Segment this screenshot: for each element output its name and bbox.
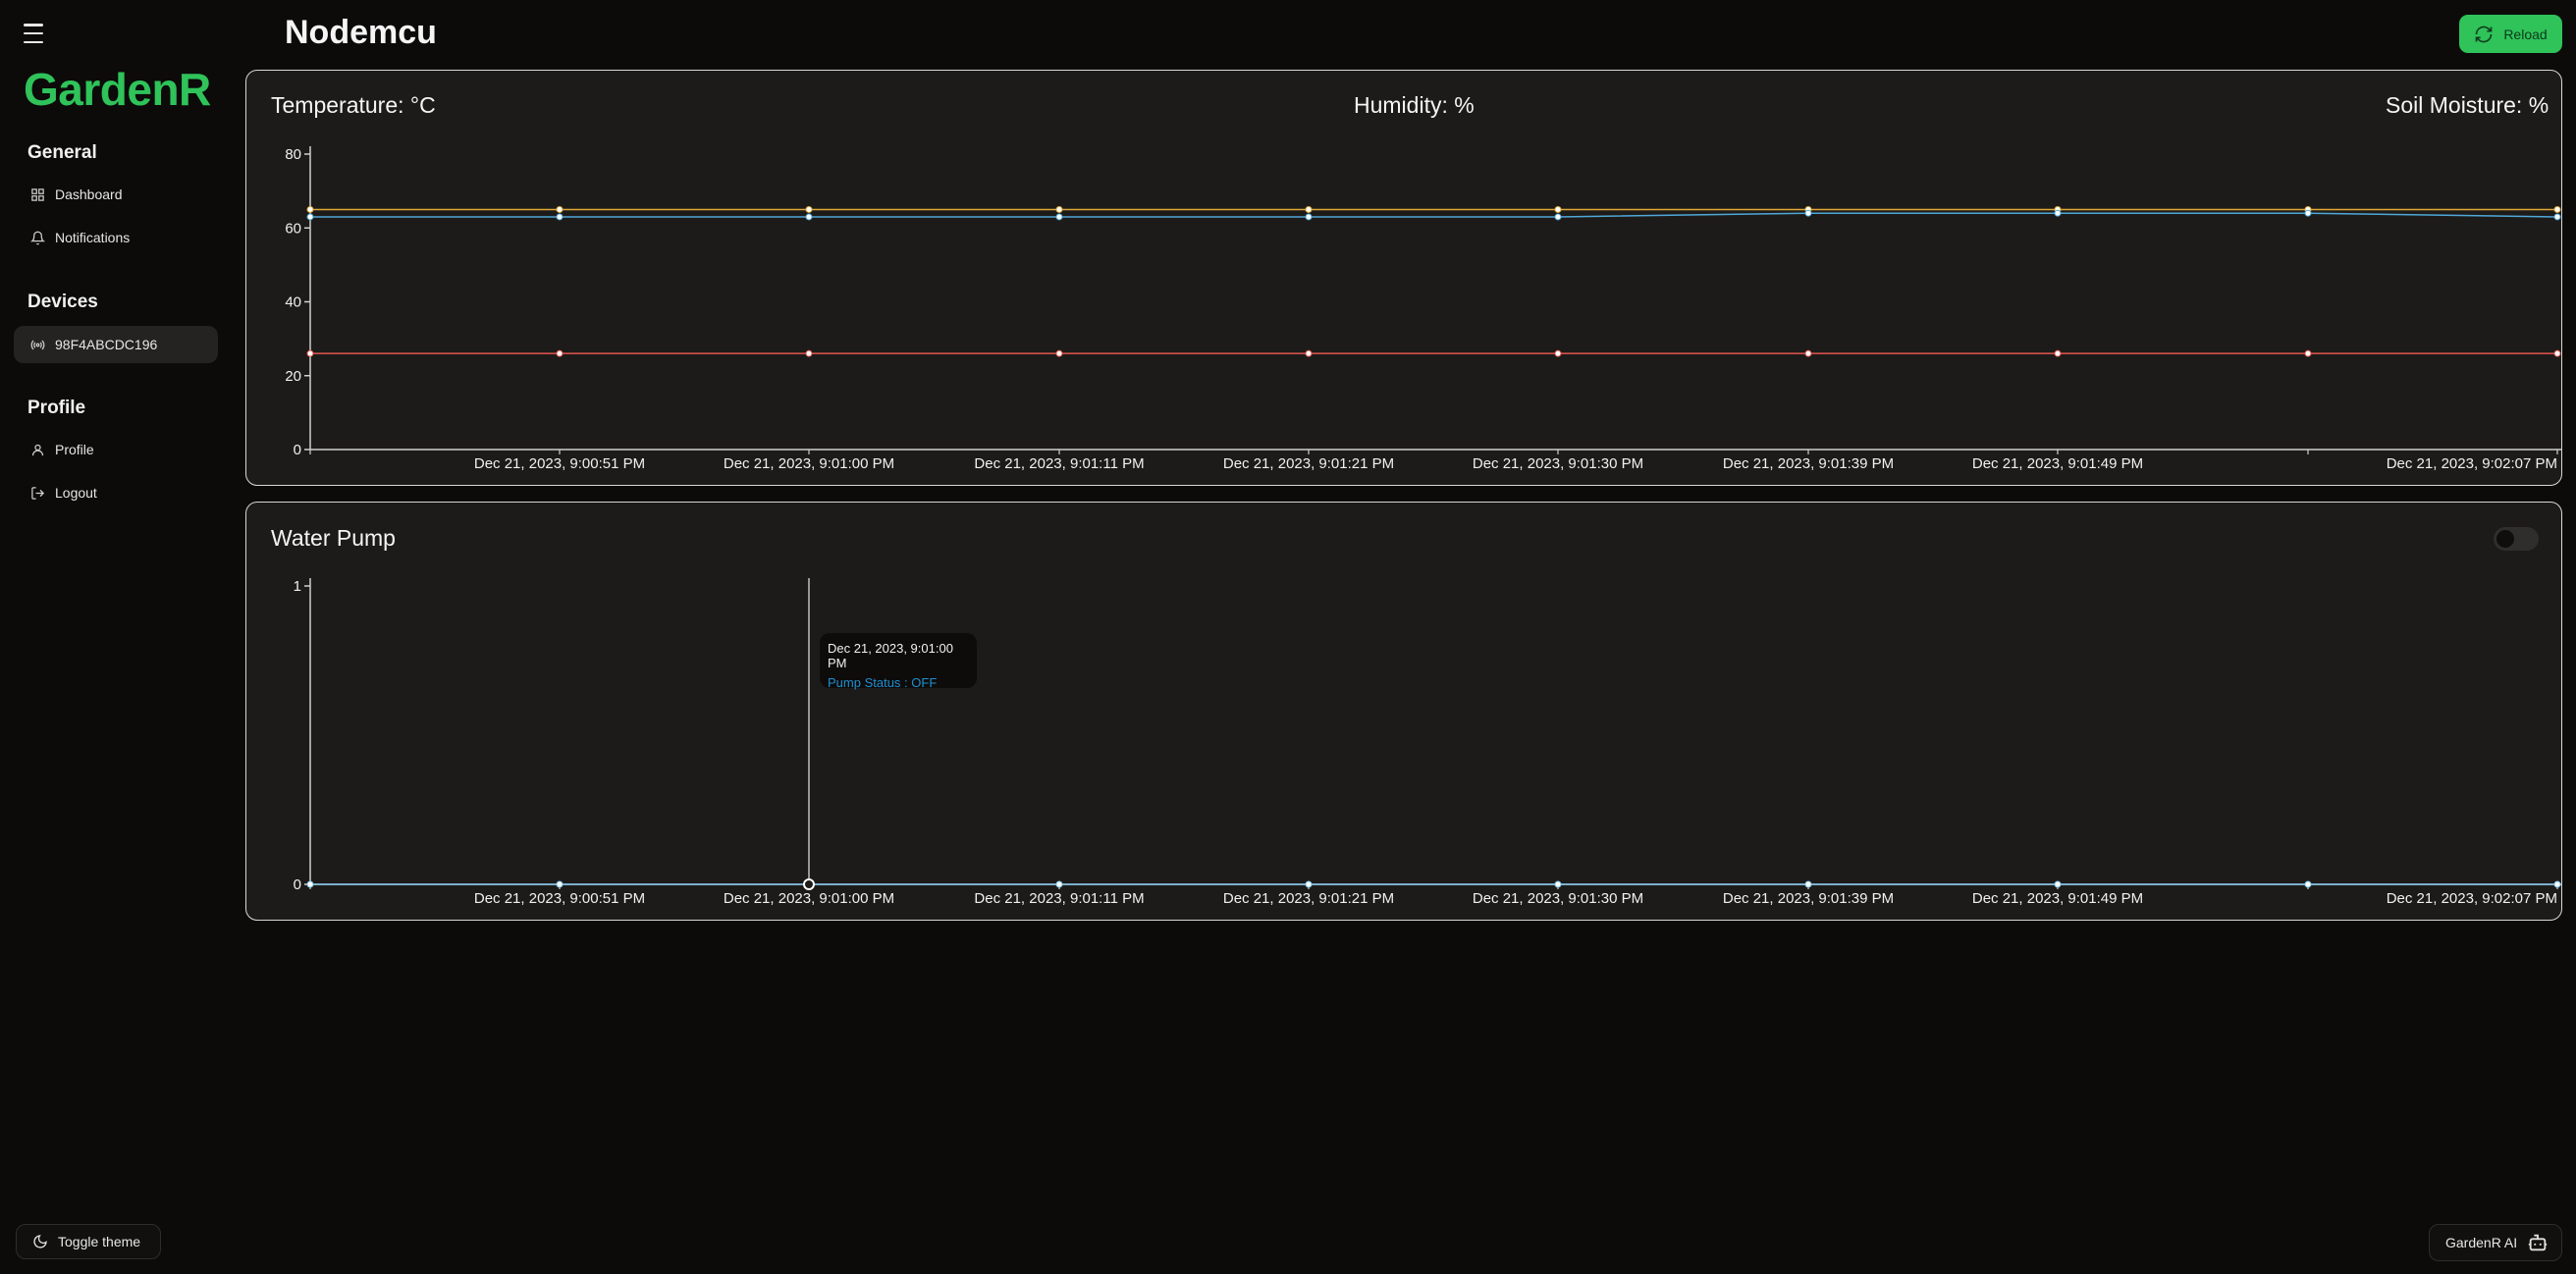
- pump-x-tick-label: Dec 21, 2023, 9:01:11 PM: [974, 890, 1144, 907]
- sensor-x-tick-label: Dec 21, 2023, 9:01:30 PM: [1473, 455, 1643, 472]
- sensor-data-point: [1305, 349, 1313, 357]
- sensor-x-tick-label: Dec 21, 2023, 9:01:49 PM: [1972, 455, 2143, 472]
- sensor-data-point: [306, 205, 314, 213]
- sensor-data-point: [1804, 349, 1812, 357]
- sensor-line-chart: 0 20 40 60 80 Dec 21, 2023, 9:00:51 PM Dec 21,…: [285, 146, 2562, 907]
- pump-x-tick-label: Dec 21, 2023, 9:01:49 PM: [1972, 890, 2143, 907]
- pump-x-tick-label: Dec 21, 2023, 9:02:07 PM: [2387, 890, 2557, 907]
- sensor-data-point: [1554, 349, 1562, 357]
- sensor-data-point: [1804, 209, 1812, 217]
- pump-data-point: [306, 880, 314, 888]
- gardenr-ai-label: GardenR AI: [2445, 1235, 2518, 1250]
- pump-data-point: [556, 880, 564, 888]
- tooltip-time: Dec 21, 2023, 9:01:00 PM: [828, 641, 953, 670]
- sensor-data-point: [1305, 213, 1313, 221]
- sensor-data-point: [2553, 213, 2561, 221]
- sensor-data-point: [556, 205, 564, 213]
- sensor-data-point: [2553, 205, 2561, 213]
- sensor-y-tick-label: 20: [285, 368, 301, 385]
- sensor-data-point: [1055, 349, 1063, 357]
- pump-tooltip: Dec 21, 2023, 9:01:00 PM Pump Status : O…: [820, 633, 977, 690]
- pump-data-point: [2553, 880, 2561, 888]
- pump-data-point: [1554, 880, 1562, 888]
- pump-data-point: [2304, 880, 2312, 888]
- sensor-data-point: [2553, 349, 2561, 357]
- sensor-x-tick-label: Dec 21, 2023, 9:02:07 PM: [2387, 455, 2557, 472]
- sensor-y-tick-label: 60: [285, 220, 301, 237]
- pump-x-tick-label: Dec 21, 2023, 9:01:39 PM: [1723, 890, 1894, 907]
- sensor-data-point: [2054, 349, 2062, 357]
- sensor-x-tick-label: Dec 21, 2023, 9:01:00 PM: [724, 455, 894, 472]
- pump-x-tick-label: Dec 21, 2023, 9:00:51 PM: [474, 890, 645, 907]
- sensor-data-point: [2304, 209, 2312, 217]
- sensor-data-point: [1554, 205, 1562, 213]
- gardenr-ai-button[interactable]: GardenR AI: [2429, 1224, 2562, 1261]
- sensor-y-tick-label: 80: [285, 146, 301, 163]
- pump-y-tick-label: 0: [294, 876, 301, 893]
- tooltip-status: Pump Status : OFF: [828, 675, 938, 690]
- sensor-data-point: [1554, 213, 1562, 221]
- pump-x-tick-label: Dec 21, 2023, 9:01:00 PM: [724, 890, 894, 907]
- sensor-data-point: [805, 349, 813, 357]
- sensor-series-line-2: [310, 212, 2558, 218]
- pump-x-tick-label: Dec 21, 2023, 9:01:30 PM: [1473, 890, 1643, 907]
- pump-x-tick-label: Dec 21, 2023, 9:01:21 PM: [1223, 890, 1394, 907]
- pump-data-point: [1804, 880, 1812, 888]
- sensor-data-point: [306, 213, 314, 221]
- sensor-data-point: [805, 213, 813, 221]
- sensor-x-tick-label: Dec 21, 2023, 9:01:11 PM: [974, 455, 1144, 472]
- sensor-data-point: [2054, 209, 2062, 217]
- sensor-x-tick-label: Dec 21, 2023, 9:00:51 PM: [474, 455, 645, 472]
- pump-data-point: [1055, 880, 1063, 888]
- sensor-x-tick-label: Dec 21, 2023, 9:01:39 PM: [1723, 455, 1894, 472]
- sensor-data-point: [306, 349, 314, 357]
- sensor-data-point: [1305, 205, 1313, 213]
- sensor-data-point: [1055, 205, 1063, 213]
- sensor-data-point: [556, 213, 564, 221]
- sensor-data-point: [1055, 213, 1063, 221]
- sensor-y-tick-label: 0: [294, 442, 301, 458]
- sensor-data-point: [556, 349, 564, 357]
- sensor-x-tick-label: Dec 21, 2023, 9:01:21 PM: [1223, 455, 1394, 472]
- pump-y-tick-label: 1: [294, 578, 301, 595]
- sensor-data-point: [805, 205, 813, 213]
- sensor-y-tick-label: 40: [285, 294, 301, 311]
- pump-data-point: [803, 878, 815, 890]
- pump-data-point: [1305, 880, 1313, 888]
- bot-icon: [2528, 1234, 2548, 1251]
- sensor-data-point: [2304, 349, 2312, 357]
- pump-data-point: [2054, 880, 2062, 888]
